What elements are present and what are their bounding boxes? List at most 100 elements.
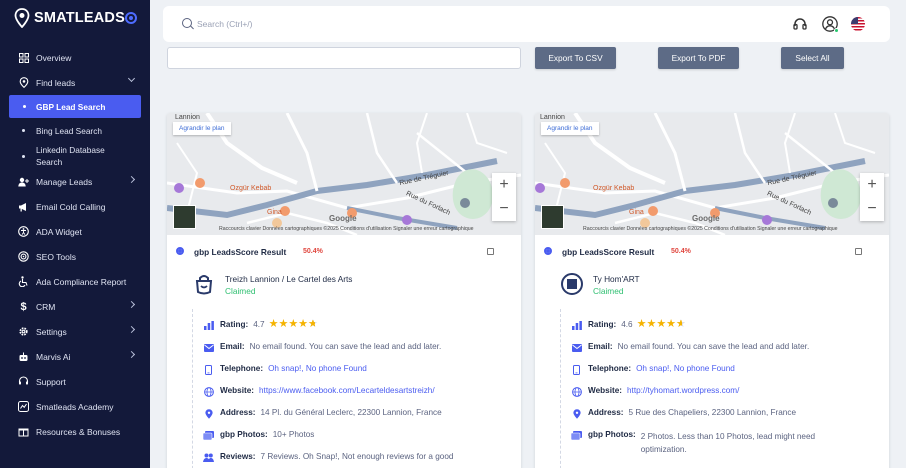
sidebar-item-label: Resources & Bonuses: [36, 426, 121, 437]
map-place-label: Lannion: [175, 114, 200, 121]
google-logo: Google: [692, 214, 720, 223]
website-row: Website: https://www.facebook.com/Lecart…: [203, 386, 435, 397]
brand-name: SMATLEADS: [34, 10, 125, 26]
sidebar-item-email-cold-calling[interactable]: Email Cold Calling: [0, 194, 150, 219]
claimed-status: Claimed: [593, 286, 624, 296]
photos-label: gbp Photos:: [220, 430, 268, 439]
dollar-icon: $: [20, 300, 27, 313]
enlarge-map-button[interactable]: Agrandir le plan: [541, 122, 599, 135]
sidebar-item-support[interactable]: Support: [0, 369, 150, 394]
sidebar-item-label: GBP Lead Search: [36, 101, 106, 112]
zoom-in-button[interactable]: +: [492, 173, 516, 197]
map-view[interactable]: Lannion Rue de Tréguier Ozgür Kebab Gina…: [167, 113, 521, 235]
sidebar-item-settings[interactable]: Settings: [0, 319, 150, 344]
sidebar-item-resources-bonuses[interactable]: Resources & Bonuses: [0, 419, 150, 444]
zoom-in-button[interactable]: +: [860, 173, 884, 197]
lead-score: 50.4%: [303, 248, 323, 255]
sidebar-item-ada-widget[interactable]: ADA Widget: [0, 219, 150, 244]
megaphone-icon: [18, 201, 29, 212]
export-csv-button[interactable]: Export To CSV: [535, 47, 616, 69]
sidebar-item-ada-compliance-report[interactable]: Ada Compliance Report: [0, 269, 150, 294]
reviews-row: Reviews: 7 Reviews. Oh Snap!, Not enough…: [203, 452, 453, 463]
satellite-toggle[interactable]: [541, 205, 564, 229]
brand-logo[interactable]: SMATLEADS: [14, 7, 125, 29]
select-all-button[interactable]: Select All: [781, 47, 844, 69]
website-link[interactable]: https://www.facebook.com/Lecarteldesarts…: [259, 386, 435, 395]
online-status-dot: [834, 28, 839, 33]
chevron-right-icon: [127, 350, 136, 359]
lead-score: 50.4%: [671, 248, 691, 255]
target-icon: [18, 251, 29, 262]
sidebar-item-label: ADA Widget: [36, 226, 82, 237]
sidebar-item-seo-tools[interactable]: SEO Tools: [0, 244, 150, 269]
map-zoom-control: + −: [860, 173, 884, 221]
result-title: gbp LeadsScore Result: [194, 247, 287, 257]
sidebar-item-label: Support: [36, 376, 66, 387]
result-indicator: [544, 247, 552, 255]
map-place-label: Lannion: [540, 114, 565, 121]
sidebar-item-bing-lead-search[interactable]: Bing Lead Search: [0, 118, 150, 143]
telephone-row: Telephone: Oh snap!, No phone Found: [571, 364, 735, 375]
sidebar-item-label: Overview: [36, 52, 72, 63]
search-input[interactable]: [197, 16, 397, 31]
sidebar-item-overview[interactable]: Overview: [0, 45, 150, 70]
map-footer: Raccourcis clavier Données cartographiqu…: [583, 226, 838, 232]
select-lead-checkbox[interactable]: [855, 248, 862, 255]
support-headset-icon[interactable]: [792, 16, 808, 32]
map-view[interactable]: Lannion Rue de Tréguier Ozgür Kebab Gina…: [535, 113, 889, 235]
sidebar-item-marvis-ai[interactable]: Marvis Ai: [0, 344, 150, 369]
top-bar: [163, 6, 890, 42]
email-icon: [571, 342, 582, 353]
export-pdf-button[interactable]: Export To PDF: [658, 47, 739, 69]
google-logo: Google: [329, 214, 357, 223]
rating-stars: ★★★★★ ★: [268, 318, 318, 330]
us-flag-icon[interactable]: [851, 17, 865, 31]
rating-label: Rating:: [588, 320, 617, 329]
address-label: Address:: [220, 408, 256, 417]
sidebar-item-crm[interactable]: $ CRM: [0, 294, 150, 319]
sidebar-item-label: Linkedin Database Search: [36, 145, 105, 167]
result-title: gbp LeadsScore Result: [562, 247, 655, 257]
gift-icon: [18, 426, 29, 437]
result-indicator: [176, 247, 184, 255]
location-icon: [203, 408, 214, 419]
sidebar-toggle-icon[interactable]: [125, 12, 137, 24]
filter-input[interactable]: [167, 47, 521, 69]
lead-card: Lannion Rue de Tréguier Ozgür Kebab Gina…: [535, 113, 889, 468]
chevron-down-icon: [127, 74, 136, 83]
photos-icon: [203, 430, 214, 441]
globe-icon: [571, 386, 582, 397]
business-logo-icon: [561, 273, 583, 295]
sidebar-item-manage-leads[interactable]: Manage Leads: [0, 169, 150, 194]
search-icon: [182, 18, 192, 28]
address-value: 5 Rue des Chapeliers, 22300 Lannion, Fra…: [628, 408, 797, 417]
website-label: Website:: [220, 386, 254, 395]
sidebar-item-label: Settings: [36, 326, 67, 337]
sidebar-item-label: SEO Tools: [36, 251, 77, 262]
website-label: Website:: [588, 386, 622, 395]
email-row: Email: No email found. You can save the …: [571, 342, 809, 353]
rating-row: Rating: 4.6 ★★★★★ ★: [571, 319, 686, 331]
headset-icon: [18, 376, 29, 387]
location-icon: [571, 408, 582, 419]
zoom-out-button[interactable]: −: [492, 197, 516, 221]
sidebar: SMATLEADS Overview Find leads GBP Lead S…: [0, 0, 150, 468]
rating-label: Rating:: [220, 320, 249, 329]
telephone-value: Oh snap!, No phone Found: [268, 364, 367, 373]
chevron-right-icon: [127, 175, 136, 184]
sidebar-item-smatleads-academy[interactable]: Smatleads Academy: [0, 394, 150, 419]
sidebar-item-gbp-lead-search[interactable]: GBP Lead Search: [9, 95, 141, 118]
email-value: No email found. You can save the lead an…: [617, 342, 810, 351]
email-icon: [203, 342, 214, 353]
map-poi-label: Gina: [629, 209, 644, 216]
sidebar-item-label: Smatleads Academy: [36, 401, 114, 412]
sidebar-item-find-leads[interactable]: Find leads: [0, 70, 150, 95]
zoom-out-button[interactable]: −: [860, 197, 884, 221]
claimed-status: Claimed: [225, 286, 256, 296]
select-lead-checkbox[interactable]: [487, 248, 494, 255]
sidebar-item-linkedin-database-search[interactable]: Linkedin Database Search: [0, 143, 150, 169]
photos-label: gbp Photos:: [588, 430, 636, 439]
enlarge-map-button[interactable]: Agrandir le plan: [173, 122, 231, 135]
satellite-toggle[interactable]: [173, 205, 196, 229]
website-link[interactable]: http://tyhomart.wordpress.com/: [627, 386, 739, 395]
